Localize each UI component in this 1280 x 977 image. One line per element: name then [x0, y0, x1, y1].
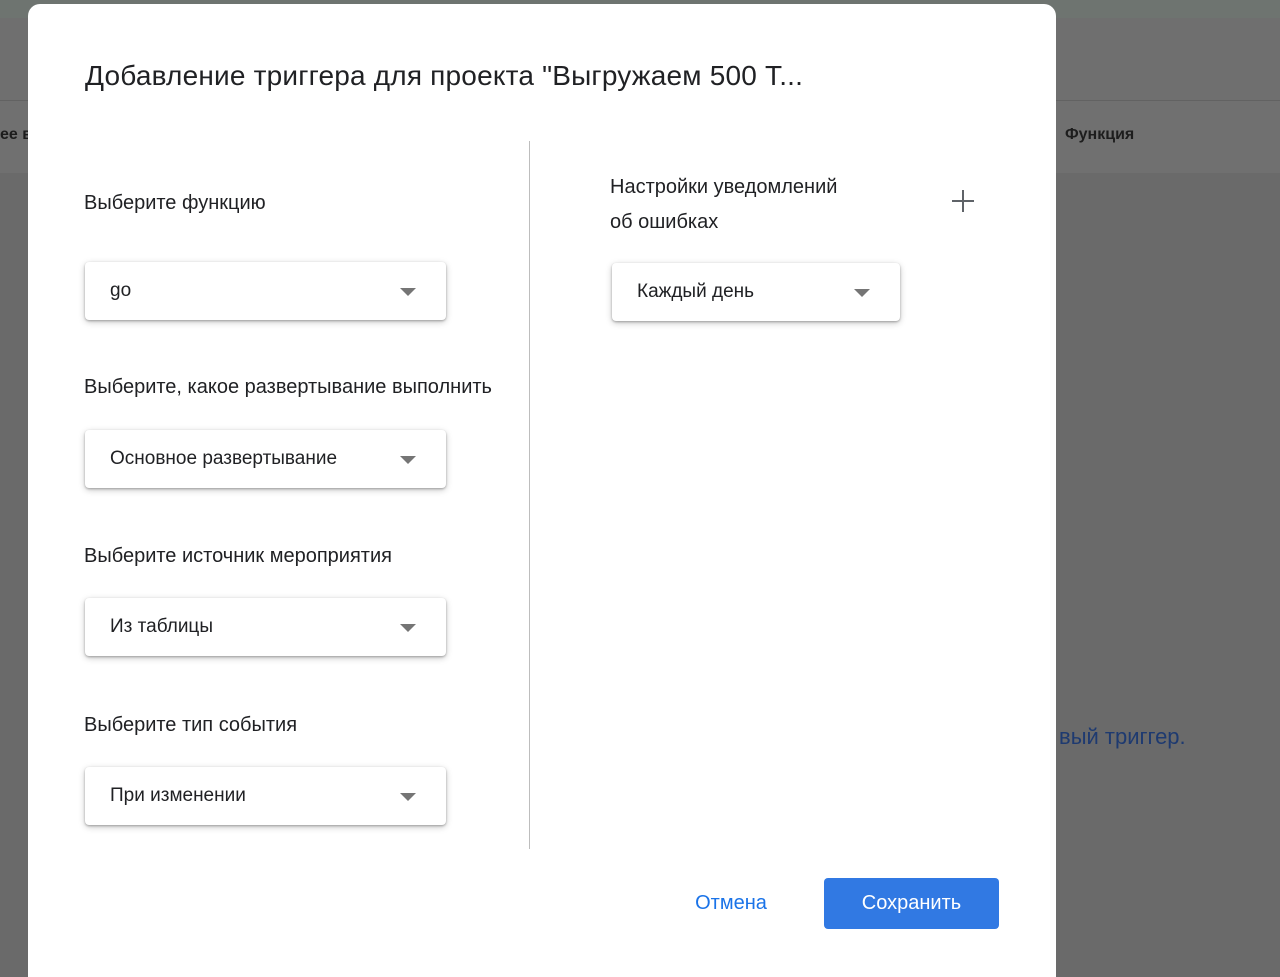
notification-settings-label: Настройки уведомлений об ошибках — [610, 170, 910, 240]
notification-settings-label-line2: об ошибках — [610, 211, 719, 233]
chevron-down-icon — [400, 456, 416, 464]
chevron-down-icon — [400, 624, 416, 632]
notification-frequency-select[interactable]: Каждый день — [612, 263, 900, 321]
dialog-title: Добавление триггера для проекта "Выгружа… — [85, 60, 804, 91]
chevron-down-icon — [400, 793, 416, 801]
deployment-select[interactable]: Основное развертывание — [85, 430, 446, 488]
function-label: Выберите функцию — [84, 192, 266, 214]
background-new-trigger-link: вый триггер. — [1059, 724, 1186, 749]
chevron-down-icon — [400, 288, 416, 296]
event-source-select[interactable]: Из таблицы — [85, 598, 446, 656]
event-source-select-value: Из таблицы — [110, 616, 213, 637]
event-type-select-value: При изменении — [110, 785, 246, 806]
background-column-header-function: Функция — [1065, 126, 1135, 143]
function-select[interactable]: go — [85, 262, 446, 320]
deployment-select-value: Основное развертывание — [110, 448, 338, 469]
notification-frequency-value: Каждый день — [637, 281, 755, 302]
add-trigger-dialog: Добавление триггера для проекта "Выгружа… — [28, 4, 1056, 977]
chevron-down-icon — [854, 289, 870, 297]
column-divider — [529, 141, 530, 849]
notification-settings-label-line1: Настройки уведомлений — [610, 176, 838, 198]
event-type-label: Выберите тип события — [84, 714, 298, 736]
background-column-header-left: ее в — [0, 126, 28, 143]
function-select-value: go — [110, 280, 132, 301]
deployment-label: Выберите, какое развертывание выполнить — [84, 376, 492, 398]
save-button[interactable]: Сохранить — [824, 878, 999, 929]
cancel-button[interactable]: Отмена — [678, 880, 784, 926]
plus-icon[interactable] — [952, 190, 974, 212]
event-type-select[interactable]: При изменении — [85, 767, 446, 825]
event-source-label: Выберите источник мероприятия — [84, 545, 392, 567]
